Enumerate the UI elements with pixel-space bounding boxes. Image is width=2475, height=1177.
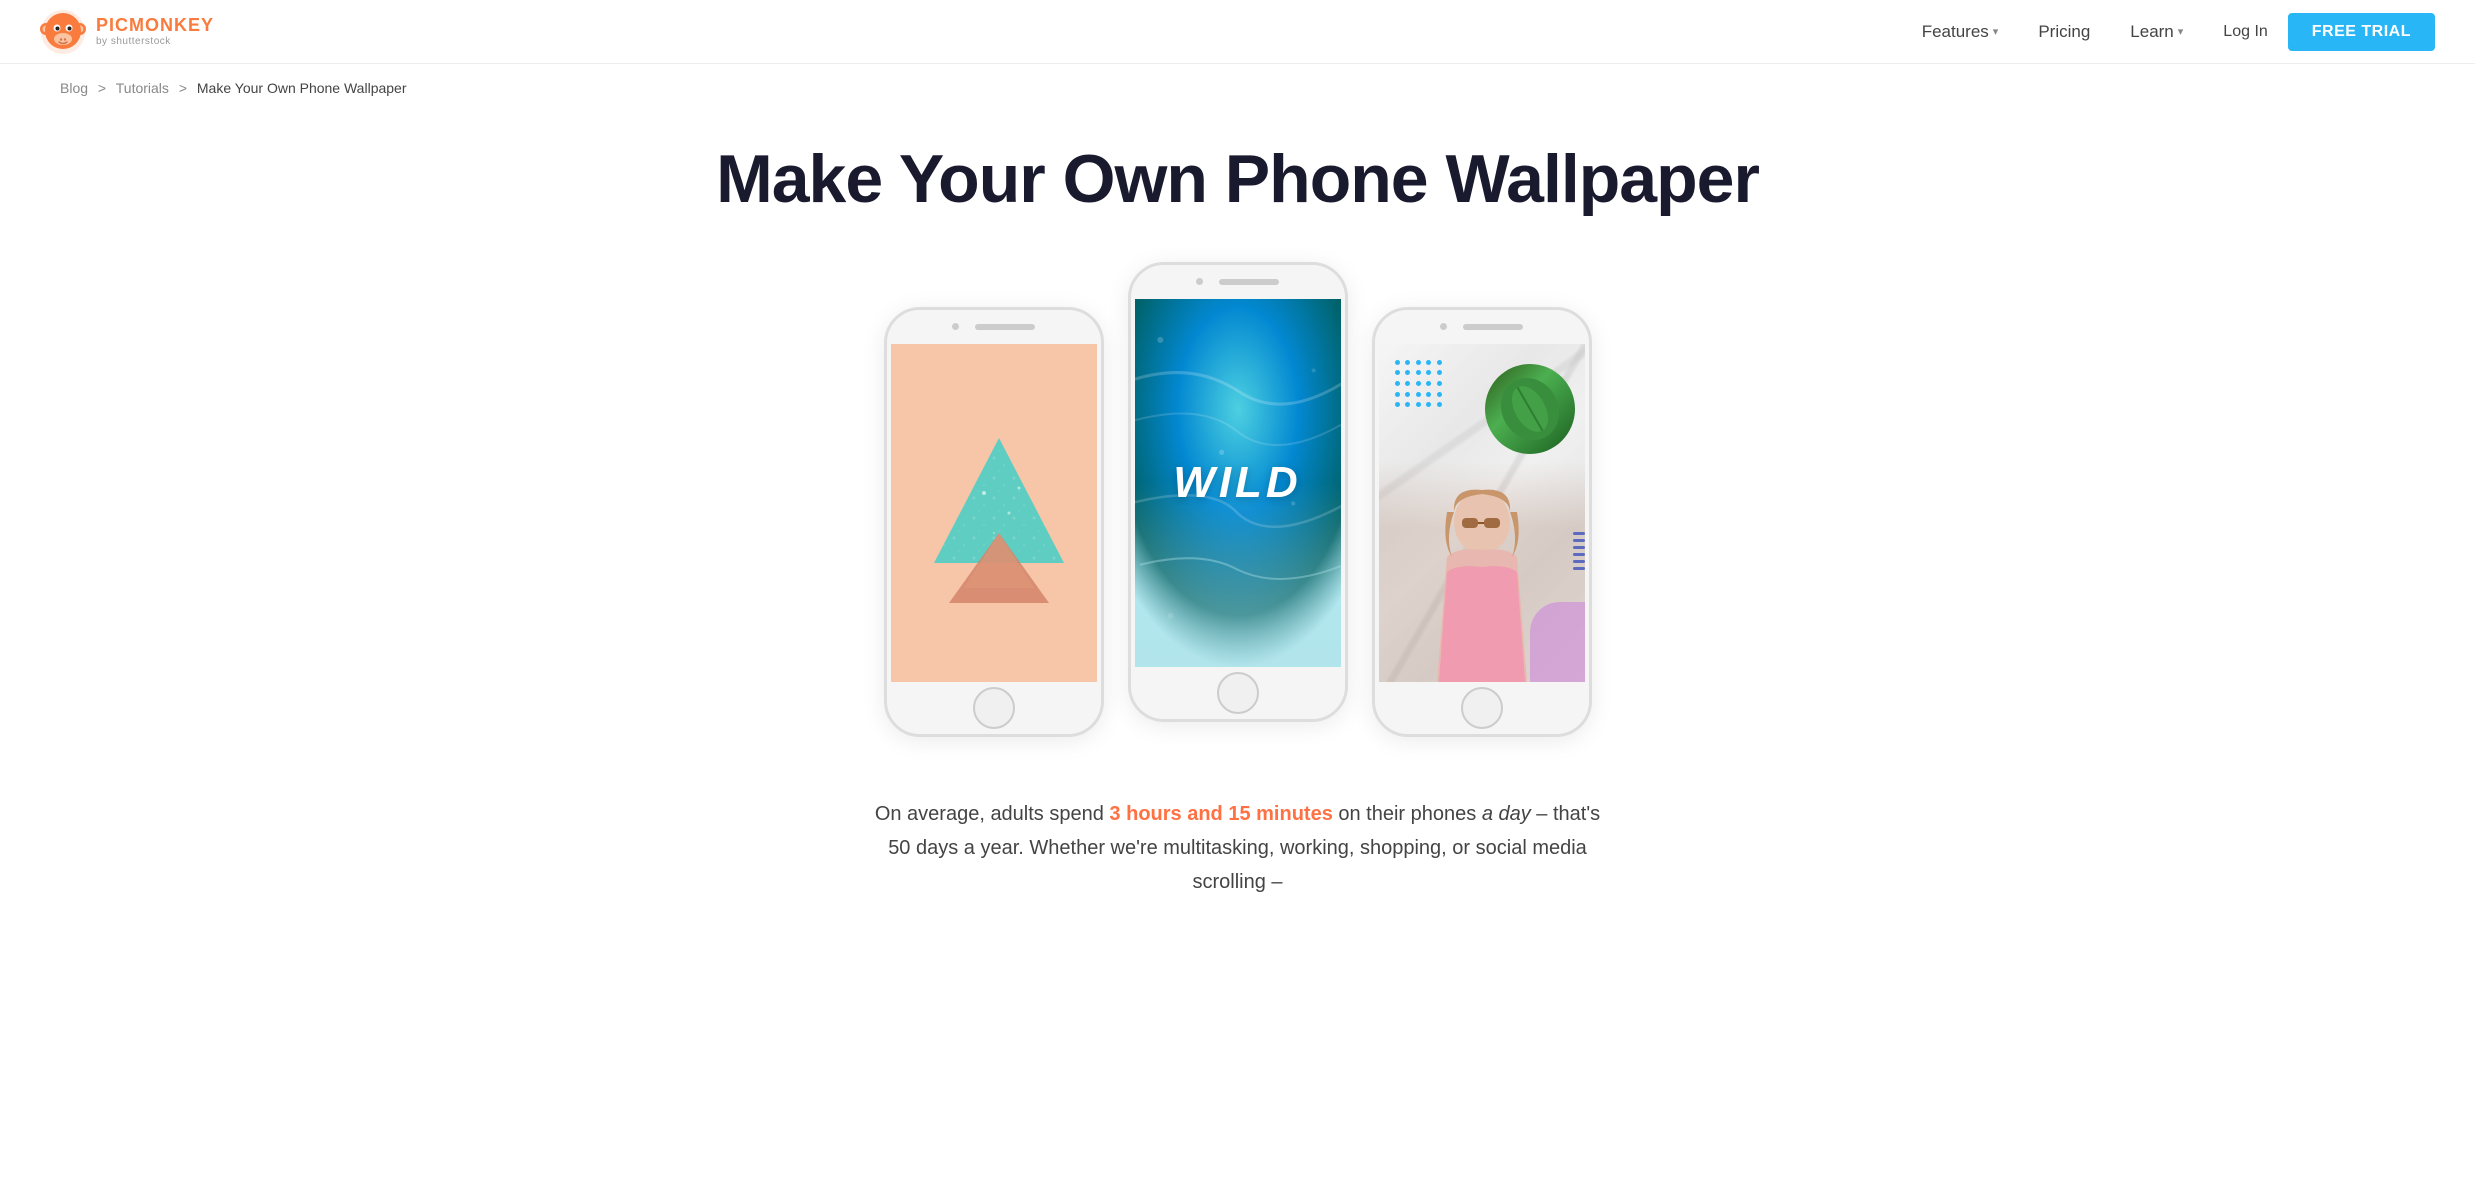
dot-item [1437,360,1442,365]
speaker-bar-3 [1463,324,1523,330]
phone-mockup-3 [1372,307,1592,737]
person-svg [1417,482,1547,682]
hero-section: Make Your Own Phone Wallpaper [0,112,2475,277]
camera-dot-2 [1196,278,1203,285]
stripe-line [1573,560,1585,563]
phone-top-bar-3 [1375,310,1589,344]
dot-item [1405,402,1410,407]
dot-item [1395,381,1400,386]
dots-pattern [1395,360,1445,410]
breadcrumb-sep-2: > [179,80,187,96]
wave-overlay [1135,483,1341,667]
stripe-line [1573,546,1585,549]
breadcrumb-blog[interactable]: Blog [60,80,88,96]
phone-screen-3 [1379,344,1585,682]
stripe-line [1573,567,1585,570]
body-part-1: On average, adults spend [875,803,1110,825]
phone-screen-2: WILD [1135,299,1341,667]
nav-learn[interactable]: Learn ▾ [2130,22,2183,42]
triangle-svg [929,433,1069,603]
chevron-down-icon: ▾ [2178,25,2184,38]
dot-item [1416,370,1421,375]
dot-item [1395,402,1400,407]
person-area [1379,462,1585,682]
dot-item [1426,402,1431,407]
body-part-2: on their phones [1333,803,1482,825]
phone-bottom-2 [1131,667,1345,719]
purple-accent [1530,602,1585,682]
dot-item [1426,370,1431,375]
speaker-bar-1 [975,324,1035,330]
nav-features[interactable]: Features ▾ [1922,22,1999,42]
phone-screen-1 [891,344,1097,682]
dot-item [1426,392,1431,397]
body-text-section: On average, adults spend 3 hours and 15 … [828,777,1648,919]
phone-top-bar-1 [887,310,1101,344]
home-button-3 [1461,687,1503,729]
camera-dot-1 [952,323,959,330]
navbar: PICMONKEY by shutterstock Features ▾ Pri… [0,0,2475,64]
picmonkey-logo-icon [40,9,86,55]
leaf-icon [1495,374,1565,444]
phones-showcase: WILD [0,277,2475,777]
dot-item [1416,392,1421,397]
stripe-line [1573,532,1585,535]
nav-pricing[interactable]: Pricing [2038,22,2090,42]
dot-item [1395,360,1400,365]
brand-tagline: by shutterstock [96,36,214,47]
italic-day: a day [1482,803,1531,825]
dot-item [1437,370,1442,375]
stripe-line [1573,553,1585,556]
stripe-line [1573,539,1585,542]
dot-item [1416,381,1421,386]
camera-dot-3 [1440,323,1447,330]
dot-item [1405,392,1410,397]
dot-item [1405,370,1410,375]
brand-name: PICMONKEY [96,16,214,36]
breadcrumb-sep-1: > [98,80,106,96]
stripe-accent [1573,532,1585,612]
dot-item [1437,402,1442,407]
home-button-1 [973,687,1015,729]
login-link[interactable]: Log In [2223,23,2267,41]
free-trial-button[interactable]: FREE TRIAL [2288,13,2435,51]
speaker-bar-2 [1219,279,1279,285]
wild-text: WILD [1173,458,1301,508]
dot-item [1426,360,1431,365]
phone-bottom-3 [1375,682,1589,734]
nav-links: Features ▾ Pricing Learn ▾ [1922,22,2184,42]
dot-item [1437,392,1442,397]
dot-item [1405,360,1410,365]
highlight-time: 3 hours and 15 minutes [1109,803,1332,825]
triangle-design [929,433,1059,593]
chevron-down-icon: ▾ [1993,25,1999,38]
page-title: Make Your Own Phone Wallpaper [20,142,2455,217]
phone-top-bar-2 [1131,265,1345,299]
dot-item [1426,381,1431,386]
dot-item [1437,381,1442,386]
breadcrumb-current: Make Your Own Phone Wallpaper [197,80,407,96]
dot-item [1395,392,1400,397]
nav-actions: Log In FREE TRIAL [2223,13,2435,51]
breadcrumb-tutorials[interactable]: Tutorials [116,80,169,96]
breadcrumb: Blog > Tutorials > Make Your Own Phone W… [0,64,2475,112]
dot-item [1395,370,1400,375]
home-button-2 [1217,672,1259,714]
leaf-circle [1485,364,1575,454]
body-paragraph: On average, adults spend 3 hours and 15 … [868,797,1608,899]
phone-bottom-1 [887,682,1101,734]
phone-mockup-2: WILD [1128,262,1348,722]
dot-item [1405,381,1410,386]
phone-mockup-1 [884,307,1104,737]
dot-item [1416,402,1421,407]
logo-link[interactable]: PICMONKEY by shutterstock [40,9,214,55]
dot-item [1416,360,1421,365]
